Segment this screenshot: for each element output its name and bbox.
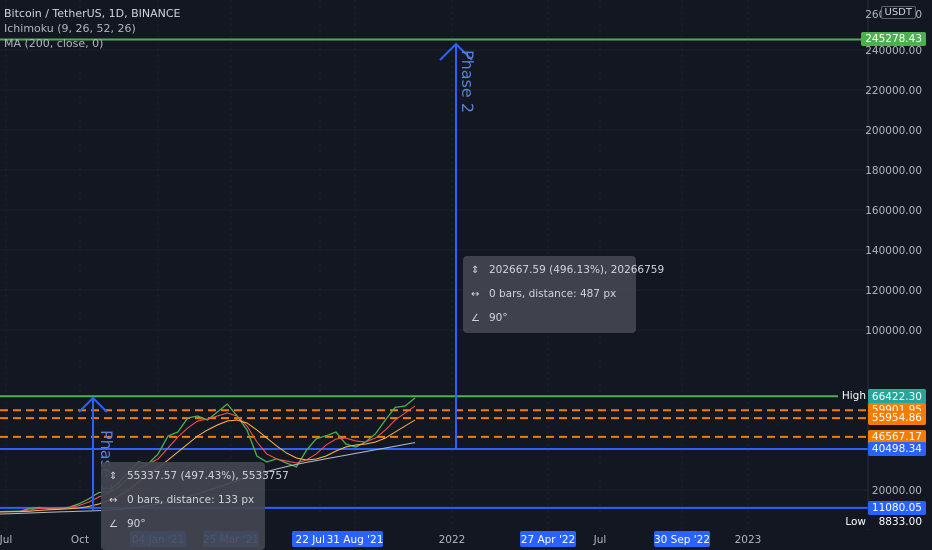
y-tick-label: 240000.00 bbox=[865, 45, 922, 57]
grid-lines bbox=[0, 0, 868, 530]
height-icon: ⇕ bbox=[471, 265, 480, 276]
price-label-tag: High bbox=[837, 389, 870, 403]
tooltip2-distance: 0 bars, distance: 487 px bbox=[489, 288, 617, 300]
x-tick-label: 27 Apr '22 bbox=[521, 534, 575, 546]
price-label-tag: Low bbox=[841, 515, 870, 529]
y-tick-label: 180000.00 bbox=[865, 165, 922, 177]
x-tick-label: 31 Aug '21 bbox=[327, 534, 384, 546]
angle-icon: ∠ bbox=[109, 519, 118, 530]
x-tick-label: Oct bbox=[71, 534, 89, 546]
y-tick-label: 100000.00 bbox=[865, 325, 922, 337]
chart-legend: Bitcoin / TetherUS, 1D, BINANCE Ichimoku… bbox=[4, 6, 181, 51]
x-tick-label: 2022 bbox=[439, 534, 466, 546]
price-label: 245278.43 bbox=[861, 32, 926, 47]
tooltip2-angle: 90° bbox=[489, 312, 508, 324]
tooltip2-change: 202667.59 (496.13%), 20266759 bbox=[489, 264, 665, 276]
symbol-title[interactable]: Bitcoin / TetherUS, 1D, BINANCE bbox=[4, 6, 181, 21]
tooltip1-distance: 0 bars, distance: 133 px bbox=[127, 494, 255, 506]
y-tick-label: 120000.00 bbox=[865, 285, 922, 297]
tooltip1-angle: 90° bbox=[127, 518, 146, 530]
currency-badge[interactable]: USDT bbox=[880, 6, 916, 19]
price-label: 40498.34 bbox=[867, 442, 926, 456]
angle-icon: ∠ bbox=[471, 313, 480, 324]
price-label: 66422.30 bbox=[867, 390, 926, 404]
y-tick-label: 140000.00 bbox=[865, 245, 922, 257]
phase-arrows: Phase 1 Phase 2 bbox=[78, 42, 477, 510]
x-tick-label: Jul bbox=[593, 534, 607, 546]
price-label: 11080.05 bbox=[867, 500, 926, 515]
tooltip1-change: 55337.57 (497.43%), 5533757 bbox=[127, 470, 289, 482]
x-tick-label: 30 Sep '22 bbox=[654, 534, 710, 546]
y-tick-label: 20000.00 bbox=[872, 485, 922, 497]
measure-tooltip-2: ⇕ 202667.59 (496.13%), 20266759 ↔ 0 bars, … bbox=[463, 256, 664, 333]
height-icon: ⇕ bbox=[109, 471, 118, 482]
x-tick-label: 2023 bbox=[735, 534, 762, 546]
y-tick-label: 220000.00 bbox=[865, 85, 922, 97]
x-tick-label: Jul bbox=[0, 534, 12, 546]
measure-tooltip-1: ⇕ 55337.57 (497.43%), 5533757 ↔ 0 bars, di… bbox=[101, 462, 289, 550]
indicator-ichimoku[interactable]: Ichimoku (9, 26, 52, 26) bbox=[4, 21, 181, 36]
y-tick-label: 200000.00 bbox=[865, 125, 922, 137]
horizontal-levels bbox=[0, 38, 868, 509]
price-label: 55954.86 bbox=[867, 411, 926, 426]
indicator-ma[interactable]: MA (200, close, 0) bbox=[4, 36, 181, 51]
price-label: 8833.00 bbox=[870, 515, 926, 529]
distance-icon: ↔ bbox=[109, 495, 118, 506]
distance-icon: ↔ bbox=[471, 289, 480, 300]
y-tick-label: 160000.00 bbox=[865, 205, 922, 217]
phase2-label: Phase 2 bbox=[458, 50, 477, 113]
